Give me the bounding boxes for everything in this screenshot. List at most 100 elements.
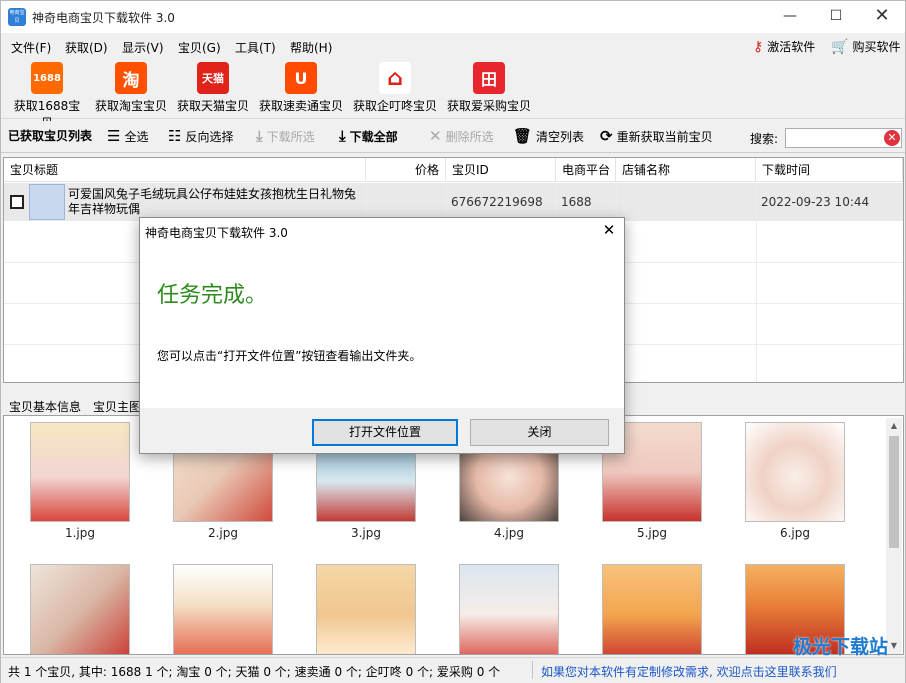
refresh-icon: ⟳ (600, 127, 613, 145)
get-aliexpress-button[interactable]: U 获取速卖通宝贝 (257, 62, 345, 114)
close-window-button[interactable]: ✕ (859, 1, 905, 33)
main-window: 电商宝贝 神奇电商宝贝下载软件 3.0 — ☐ ✕ 文件(F) 获取(D) 显示… (0, 0, 906, 683)
scroll-thumb[interactable] (889, 436, 899, 548)
menu-view[interactable]: 显示(V) (122, 39, 164, 56)
row-checkbox[interactable] (10, 195, 24, 209)
get-aicaigou-label: 获取爱采购宝贝 (446, 99, 531, 113)
list-icon: ☷ (168, 127, 182, 145)
get-taobao-button[interactable]: 淘 获取淘宝宝贝 (93, 62, 169, 114)
menu-get[interactable]: 获取(D) (65, 39, 108, 56)
menu-help[interactable]: 帮助(H) (290, 39, 332, 56)
menu-item[interactable]: 宝贝(G) (178, 39, 221, 56)
invert-select-button[interactable]: ☷ 反向选择 (168, 127, 233, 145)
dialog-body: 任务完成。 您可以点击“打开文件位置”按钮查看输出文件夹。 (140, 243, 624, 408)
status-summary: 共 1 个宝贝, 其中: 1688 1 个; 淘宝 0 个; 天猫 0 个; 速… (8, 665, 501, 679)
clear-list-label: 清空列表 (536, 129, 585, 144)
watermark-text: 极光下载站 (793, 636, 889, 658)
col-id[interactable]: 宝贝ID (446, 158, 556, 182)
search-label: 搜索: (750, 132, 779, 146)
image-thumbnail[interactable] (459, 564, 559, 654)
tab-main-images[interactable]: 宝贝主图 (93, 398, 141, 415)
get-aliexpress-label: 获取速卖通宝贝 (258, 99, 343, 113)
menu-tools[interactable]: 工具(T) (235, 39, 276, 56)
trash-icon: 🗑 (513, 127, 533, 145)
col-platform[interactable]: 电商平台 (556, 158, 616, 182)
checklist-icon: ☰ (107, 127, 121, 145)
clear-search-icon[interactable]: ✕ (884, 130, 900, 146)
menu-bar: 文件(F) 获取(D) 显示(V) 宝贝(G) 工具(T) 帮助(H) ⚷ 激活… (1, 33, 905, 59)
image-thumbnail[interactable] (30, 564, 130, 654)
image-thumbnail[interactable] (173, 564, 273, 654)
tab-basic-info[interactable]: 宝贝基本信息 (9, 398, 81, 415)
refetch-label: 重新获取当前宝贝 (616, 129, 713, 144)
download-selected-button[interactable]: ⤓ 下载所选 (256, 127, 315, 145)
close-dialog-button[interactable]: 关闭 (470, 419, 609, 446)
get-tmall-button[interactable]: 天猫 获取天猫宝贝 (175, 62, 251, 114)
app-logo-icon: 电商宝贝 (8, 8, 26, 26)
get-qidingdong-label: 获取企叮咚宝贝 (352, 99, 437, 113)
image-thumbnail[interactable] (316, 564, 416, 654)
row-platform: 1688 (561, 195, 592, 209)
1688-icon: 1688 (31, 62, 63, 94)
col-title[interactable]: 宝贝标题 (4, 158, 366, 182)
col-time[interactable]: 下载时间 (756, 158, 903, 182)
activate-label: 激活软件 (767, 40, 816, 54)
dialog-title-bar: 神奇电商宝贝下载软件 3.0 ✕ (140, 218, 624, 243)
scroll-down-icon[interactable]: ▼ (886, 638, 902, 654)
delete-selected-button[interactable]: ✕ 删除所选 (429, 127, 494, 145)
col-price[interactable]: 价格 (366, 158, 446, 182)
download-all-button[interactable]: ⤓ 下载全部 (339, 127, 398, 145)
activate-button[interactable]: ⚷ 激活软件 (753, 38, 815, 55)
invert-select-label: 反向选择 (185, 129, 234, 144)
image-caption: 2.jpg (207, 526, 239, 540)
row-title: 可爱国风兔子毛绒玩具公仔布娃娃女孩抱枕生日礼物兔年吉祥物玩偶 (68, 187, 357, 216)
row-id: 676672219698 (451, 195, 543, 209)
scroll-up-icon[interactable]: ▲ (886, 418, 902, 434)
qidingdong-icon: ⌂ (379, 62, 411, 94)
tmall-icon: 天猫 (197, 62, 229, 94)
minimize-button[interactable]: — (767, 1, 813, 33)
key-icon: ⚷ (753, 38, 764, 55)
select-all-button[interactable]: ☰ 全选 (107, 127, 148, 145)
download-all-label: 下载全部 (349, 129, 398, 144)
image-caption: 4.jpg (493, 526, 525, 540)
status-divider (532, 661, 533, 679)
cart-icon: 🛒 (831, 38, 849, 55)
image-caption: 3.jpg (350, 526, 382, 540)
aicaigou-icon: 田 (473, 62, 505, 94)
gallery-scrollbar[interactable]: ▲ ▼ (886, 418, 902, 654)
status-bar: 共 1 个宝贝, 其中: 1688 1 个; 淘宝 0 个; 天猫 0 个; 速… (1, 636, 905, 683)
download-selected-label: 下载所选 (266, 129, 315, 144)
menu-file[interactable]: 文件(F) (11, 39, 51, 56)
image-caption: 5.jpg (636, 526, 668, 540)
image-caption: 6.jpg (779, 526, 811, 540)
image-thumbnail[interactable] (30, 422, 130, 522)
dialog-title: 神奇电商宝贝下载软件 3.0 (145, 226, 288, 240)
clear-list-button[interactable]: 🗑 清空列表 (513, 127, 584, 145)
product-thumbnail (29, 184, 65, 220)
table-row[interactable]: 可爱国风兔子毛绒玩具公仔布娃娃女孩抱枕生日礼物兔年吉祥物玩偶 676672219… (4, 183, 903, 221)
window-title: 神奇电商宝贝下载软件 3.0 (32, 11, 175, 25)
contact-link[interactable]: 如果您对本软件有定制修改需求, 欢迎点击这里联系我们 (541, 663, 837, 680)
title-bar: 电商宝贝 神奇电商宝贝下载软件 3.0 — ☐ ✕ (1, 1, 905, 33)
taobao-icon: 淘 (115, 62, 147, 94)
image-thumbnail[interactable] (602, 564, 702, 654)
get-qidingdong-button[interactable]: ⌂ 获取企叮咚宝贝 (351, 62, 439, 114)
maximize-button[interactable]: ☐ (813, 1, 859, 33)
row-time: 2022-09-23 10:44 (761, 195, 870, 209)
download-icon: ⤓ (339, 127, 346, 145)
download-icon: ⤓ (256, 127, 263, 145)
get-aicaigou-button[interactable]: 田 获取爱采购宝贝 (445, 62, 533, 114)
select-all-label: 全选 (124, 129, 149, 144)
buy-label: 购买软件 (852, 40, 901, 54)
col-shop[interactable]: 店铺名称 (616, 158, 756, 182)
dialog-heading: 任务完成。 (157, 283, 268, 308)
dialog-footer: 打开文件位置 关闭 (140, 408, 624, 453)
image-thumbnail[interactable] (745, 422, 845, 522)
buy-button[interactable]: 🛒 购买软件 (831, 38, 900, 55)
refetch-button[interactable]: ⟳ 重新获取当前宝贝 (600, 127, 713, 145)
get-tmall-label: 获取天猫宝贝 (176, 99, 249, 113)
open-location-button[interactable]: 打开文件位置 (312, 419, 458, 446)
dialog-close-icon[interactable]: ✕ (596, 219, 622, 241)
delete-selected-label: 删除所选 (445, 129, 494, 144)
